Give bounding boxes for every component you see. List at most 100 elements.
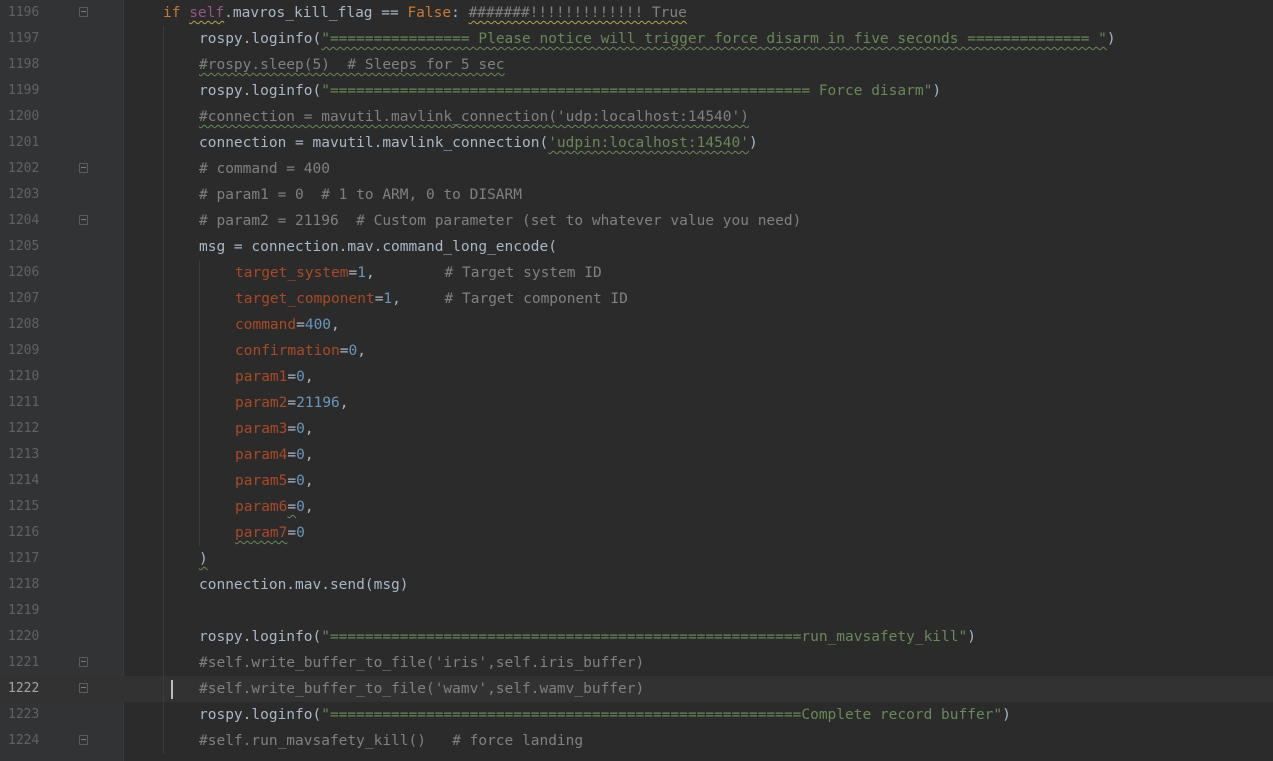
code-text[interactable]: confirmation=0, [235, 338, 366, 364]
code-line[interactable]: 1206 target_system=1, # Target system ID [0, 260, 1273, 286]
fold-marker-icon[interactable] [79, 735, 88, 745]
code-text[interactable]: #self.write_buffer_to_file('iris',self.i… [199, 650, 644, 676]
code-token: = [287, 473, 297, 489]
code-line[interactable]: 1220 rospy.loginfo("=====================… [0, 624, 1273, 650]
code-token: rospy.loginfo( [199, 31, 322, 47]
code-token: ) [967, 629, 976, 645]
code-text[interactable]: param7=0 [235, 520, 305, 546]
code-text[interactable]: if self.mavros_kill_flag == False: #####… [163, 0, 687, 26]
indent-guide [163, 468, 164, 494]
code-text[interactable]: command=400, [235, 312, 340, 338]
code-text[interactable]: #rospy.sleep(5) # Sleeps for 5 sec [199, 52, 505, 78]
indent-guide [163, 130, 164, 156]
indent-guide [163, 52, 164, 78]
code-text[interactable]: param5=0, [235, 468, 314, 494]
indent-guide [163, 520, 164, 546]
code-text[interactable]: msg = connection.mav.command_long_encode… [199, 234, 557, 260]
code-token: target_system [235, 265, 349, 281]
code-text[interactable]: # param2 = 21196 # Custom parameter (set… [199, 208, 801, 234]
code-text[interactable]: rospy.loginfo("=========================… [199, 702, 1011, 728]
code-line[interactable]: 1222 #self.write_buffer_to_file('wamv',se… [0, 676, 1273, 702]
indent-guide [163, 728, 164, 754]
code-text[interactable]: #connection = mavutil.mavlink_connection… [199, 104, 749, 130]
code-line[interactable]: 1215 param6=0, [0, 494, 1273, 520]
code-line[interactable]: 1213 param4=0, [0, 442, 1273, 468]
code-text[interactable]: rospy.loginfo("=========================… [199, 78, 941, 104]
fold-marker-icon[interactable] [79, 7, 88, 17]
code-line[interactable]: 1219 [0, 598, 1273, 624]
line-number: 1205 [8, 239, 40, 254]
code-line[interactable]: 1221 #self.write_buffer_to_file('iris',se… [0, 650, 1273, 676]
code-line[interactable]: 1199 rospy.loginfo("=====================… [0, 78, 1273, 104]
code-line[interactable]: 1208 command=400, [0, 312, 1273, 338]
code-token: 'udpin:localhost:14540' [548, 135, 749, 151]
code-text[interactable]: # param1 = 0 # 1 to ARM, 0 to DISARM [199, 182, 522, 208]
code-line[interactable]: 1197 rospy.loginfo("================ Plea… [0, 26, 1273, 52]
code-text[interactable]: rospy.loginfo("=========================… [199, 624, 976, 650]
code-line[interactable]: 1212 param3=0, [0, 416, 1273, 442]
code-line[interactable]: 1198 #rospy.sleep(5) # Sleeps for 5 sec [0, 52, 1273, 78]
code-token: rospy.loginfo( [199, 707, 322, 723]
code-line[interactable]: 1216 param7=0 [0, 520, 1273, 546]
code-token: False [407, 5, 452, 21]
code-editor[interactable]: 1196 if self.mavros_kill_flag == False: #… [0, 0, 1273, 761]
code-text[interactable]: target_system=1, # Target system ID [235, 260, 602, 286]
code-text[interactable]: target_component=1, # Target component I… [235, 286, 628, 312]
code-line[interactable]: 1207 target_component=1, # Target compone… [0, 286, 1273, 312]
code-line[interactable]: 1210 param1=0, [0, 364, 1273, 390]
code-token: #self.write_buffer_to_file('wamv',self.w… [199, 681, 645, 697]
code-token: : [451, 5, 469, 21]
code-line[interactable]: 1214 param5=0, [0, 468, 1273, 494]
code-line[interactable]: 1223 rospy.loginfo("=====================… [0, 702, 1273, 728]
fold-marker-icon[interactable] [79, 163, 88, 173]
code-token: connection.mav.send(msg) [199, 577, 409, 593]
indent-guide [163, 234, 164, 260]
code-line[interactable]: 1209 confirmation=0, [0, 338, 1273, 364]
code-text[interactable]: #self.write_buffer_to_file('wamv',self.w… [199, 676, 644, 702]
indent-guide [163, 364, 164, 390]
code-text[interactable]: param3=0, [235, 416, 314, 442]
fold-marker-icon[interactable] [79, 215, 88, 225]
line-number: 1220 [8, 629, 40, 644]
code-text[interactable]: # command = 400 [199, 156, 330, 182]
code-text[interactable]: connection.mav.send(msg) [199, 572, 409, 598]
code-line[interactable]: 1217) [0, 546, 1273, 572]
code-line[interactable]: 1203 # param1 = 0 # 1 to ARM, 0 to DISARM [0, 182, 1273, 208]
indent-guide [163, 312, 164, 338]
indent-guide [163, 26, 164, 52]
line-number: 1196 [8, 5, 40, 20]
indent-guide [163, 390, 164, 416]
line-number: 1197 [8, 31, 40, 46]
code-token: = [287, 447, 297, 463]
code-line[interactable]: 1196 if self.mavros_kill_flag == False: #… [0, 0, 1273, 26]
code-token: , [331, 317, 340, 333]
code-line[interactable]: 1211 param2=21196, [0, 390, 1273, 416]
code-text[interactable]: param2=21196, [235, 390, 349, 416]
code-token: "================ Please notice will tri… [321, 31, 1107, 47]
text-caret [171, 680, 173, 699]
code-line[interactable]: 1200 #connection = mavutil.mavlink_connec… [0, 104, 1273, 130]
code-text[interactable]: connection = mavutil.mavlink_connection(… [199, 130, 758, 156]
code-text[interactable]: param6=0, [235, 494, 314, 520]
code-text[interactable]: rospy.loginfo("================ Please n… [199, 26, 1116, 52]
indent-guide [163, 442, 164, 468]
code-token: param6 [235, 499, 288, 515]
indent-guide [199, 494, 200, 520]
code-token: command [235, 317, 297, 333]
line-number: 1217 [8, 551, 40, 566]
code-token: 1 [383, 291, 393, 307]
code-text[interactable]: #self.run_mavsafety_kill() # force landi… [199, 728, 583, 754]
code-line[interactable]: 1224 #self.run_mavsafety_kill() # force l… [0, 728, 1273, 754]
code-line[interactable]: 1204 # param2 = 21196 # Custom parameter … [0, 208, 1273, 234]
code-text[interactable]: param4=0, [235, 442, 314, 468]
code-line[interactable]: 1202 # command = 400 [0, 156, 1273, 182]
code-text[interactable]: param1=0, [235, 364, 314, 390]
code-line[interactable]: 1218 connection.mav.send(msg) [0, 572, 1273, 598]
code-token: ) [1106, 31, 1116, 47]
code-token: , [365, 265, 445, 281]
fold-marker-icon[interactable] [79, 657, 88, 667]
code-line[interactable]: 1201 connection = mavutil.mavlink_connect… [0, 130, 1273, 156]
code-text[interactable]: ) [199, 546, 208, 572]
fold-marker-icon[interactable] [79, 683, 88, 693]
code-line[interactable]: 1205 msg = connection.mav.command_long_en… [0, 234, 1273, 260]
